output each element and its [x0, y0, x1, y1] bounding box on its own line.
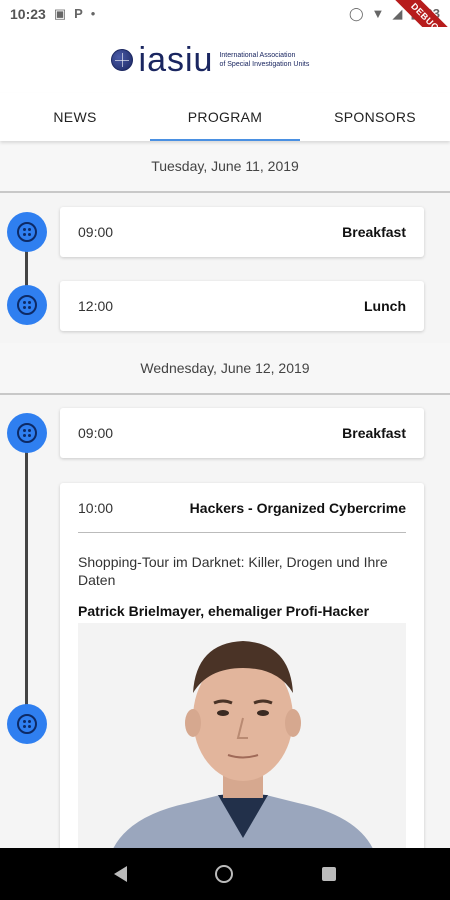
timeline-connector — [25, 451, 28, 716]
event-time: 12:00 — [78, 298, 114, 314]
back-icon[interactable] — [114, 866, 128, 882]
timeline-node-icon[interactable] — [7, 413, 47, 453]
status-time: 10:23 — [10, 5, 46, 22]
event-description: Shopping-Tour im Darknet: Killer, Drogen… — [78, 554, 388, 588]
p-icon: P — [74, 6, 83, 21]
timeline-node-icon[interactable] — [7, 704, 47, 744]
logo-wordmark: iasiu — [138, 41, 214, 79]
image-icon: ▣ — [53, 5, 67, 21]
event-time: 09:00 — [78, 425, 114, 441]
event-title: Breakfast — [342, 425, 406, 441]
event-speaker: Patrick Brielmayer, ehemaliger Profi-Hac… — [78, 603, 370, 619]
tab-sponsors[interactable]: SPONSORS — [300, 93, 450, 141]
event-card[interactable]: 09:00 Breakfast — [60, 408, 424, 458]
tab-program[interactable]: PROGRAM — [150, 93, 300, 141]
day-header: Tuesday, June 11, 2019 — [0, 141, 450, 193]
dot-icon: • — [90, 6, 96, 21]
recent-apps-icon[interactable] — [321, 867, 336, 881]
event-time: 10:00 — [78, 499, 114, 516]
logo-subtitle: International Association of Special Inv… — [219, 51, 339, 69]
program-list[interactable]: Tuesday, June 11, 2019 09:00 Breakfast 1… — [0, 141, 450, 848]
logo-subtitle-line2: of Special Investigation Units — [219, 61, 310, 68]
wifi-icon: ▼ — [371, 6, 385, 21]
day-header: Wednesday, June 12, 2019 — [0, 343, 450, 395]
timeline-node-icon[interactable] — [7, 212, 47, 252]
logo-subtitle-line1: International Association — [219, 52, 296, 59]
globe-logo-icon — [110, 49, 133, 71]
event-title: Hackers - Organized Cybercrime — [189, 499, 406, 516]
status-bar: 10:23 ▣ P • ◯ ▼ ◢ ▮ 93 DEBUG — [0, 0, 450, 63]
vibrate-icon: ◯ — [348, 5, 364, 21]
event-time: 09:00 — [78, 224, 114, 240]
timeline-node-icon[interactable] — [7, 285, 47, 325]
tab-news[interactable]: NEWS — [0, 93, 150, 141]
event-title: Lunch — [364, 298, 406, 314]
system-nav-bar — [0, 848, 450, 900]
tab-bar: NEWS PROGRAM SPONSORS — [0, 93, 450, 141]
event-title: Breakfast — [342, 224, 406, 240]
event-card[interactable]: 09:00 Breakfast — [60, 207, 424, 257]
signal-icon: ◢ — [392, 5, 403, 21]
event-card[interactable]: 12:00 Lunch — [60, 281, 424, 331]
speaker-portrait-image — [78, 623, 406, 848]
event-detail-card[interactable]: 10:00 Hackers - Organized Cybercrime Sho… — [60, 483, 424, 848]
app-header: iasiu International Association of Speci… — [0, 27, 450, 93]
speaker-photo — [78, 623, 406, 848]
home-icon[interactable] — [215, 865, 234, 883]
